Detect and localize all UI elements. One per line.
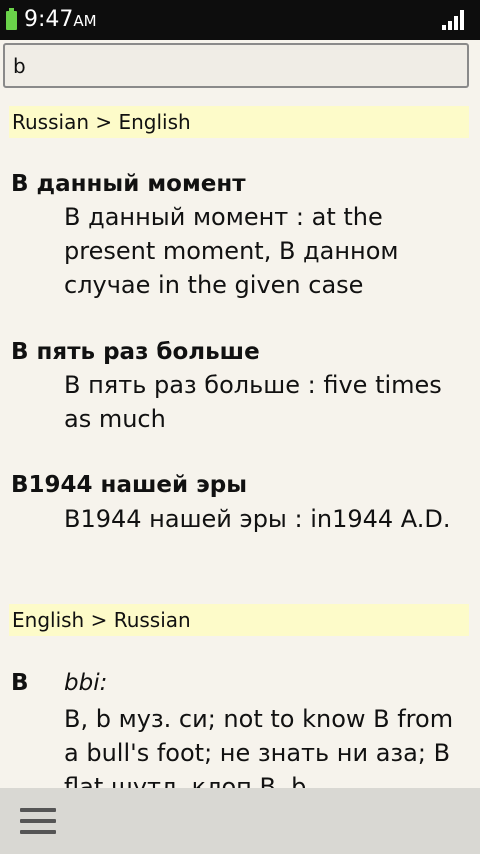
search-input[interactable]	[3, 43, 469, 88]
entry-title[interactable]: В данный момент	[11, 168, 246, 200]
entry-title[interactable]: B	[11, 667, 29, 699]
search-bar	[0, 40, 480, 102]
battery-icon	[6, 8, 17, 30]
clock-time: 9:47	[24, 7, 74, 32]
entry-definition: В данный момент : at the present moment,…	[64, 203, 399, 299]
entry-title[interactable]: В пять раз больше	[11, 336, 260, 368]
section-header-en-ru: English > Russian	[9, 604, 469, 636]
clock-ampm: AM	[73, 12, 97, 30]
entry-definition: В1944 нашей эры : in1944 A.D.	[64, 505, 451, 533]
menu-icon[interactable]	[20, 808, 56, 836]
entry-definition: B, b муз. си; not to know B from a bull'…	[64, 705, 454, 788]
section-header-ru-en: Russian > English	[9, 106, 469, 138]
bottom-bar	[0, 788, 480, 854]
results-list[interactable]: Russian > English В данный момент В данн…	[0, 102, 480, 788]
entry-title[interactable]: В1944 нашей эры	[11, 469, 247, 501]
entry-label: bbi:	[64, 670, 108, 696]
status-clock: 9:47AM	[24, 5, 97, 36]
status-bar: 9:47AM	[0, 0, 480, 40]
signal-icon	[442, 10, 466, 30]
entry-definition: В пять раз больше : five times as much	[64, 371, 442, 433]
